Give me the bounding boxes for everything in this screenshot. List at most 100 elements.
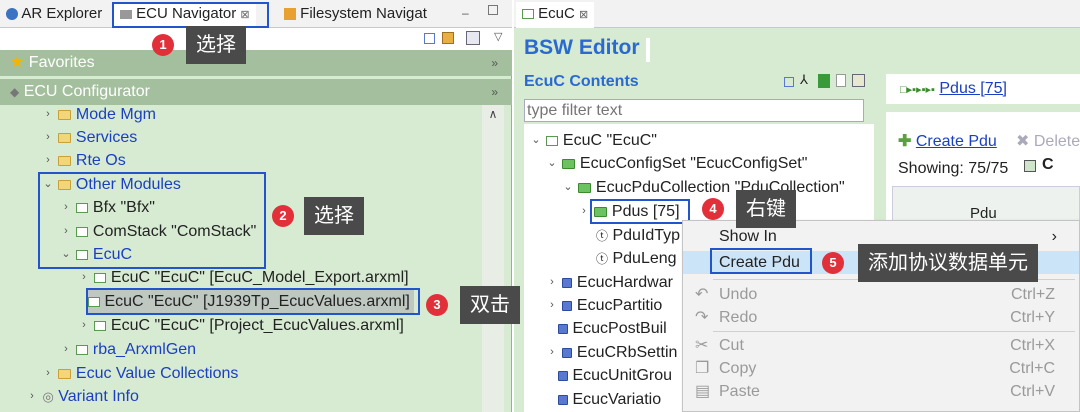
tab-label: EcuC: [538, 5, 575, 22]
filter-input[interactable]: [524, 99, 864, 122]
menu-item-copy[interactable]: ❐ Copy Ctrl+C: [683, 357, 1079, 380]
create-pdu-action[interactable]: ✚ Create Pdu: [898, 131, 997, 151]
collapse-all-icon[interactable]: [424, 33, 435, 44]
tree-label: EcucHardwar: [576, 274, 673, 291]
j1939-highlight: [86, 288, 420, 315]
left-panel: AR Explorer ECU Navigator ⊠ Filesystem N…: [0, 0, 512, 412]
delete-action[interactable]: ✖ Delete: [1016, 131, 1080, 151]
view-menu-icon[interactable]: [466, 31, 480, 45]
tree-item-pdu-leng[interactable]: ⓣ PduLeng: [596, 247, 677, 270]
tree-label: Mode Mgm: [75, 106, 156, 123]
scroll-up-icon[interactable]: ∧: [482, 107, 504, 121]
chevron-right-icon[interactable]: ›: [578, 200, 590, 223]
document-icon[interactable]: [836, 74, 846, 87]
menu-item-cut[interactable]: ✂ Cut Ctrl+X: [683, 334, 1079, 357]
chevron-right-icon[interactable]: ›: [78, 266, 90, 289]
breadcrumb: □▸▪▸▪▸▪ Pdus [75]: [886, 74, 1080, 104]
folder-icon: [558, 370, 568, 381]
chevron-right-icon[interactable]: ›: [42, 362, 54, 385]
chevron-right-icon[interactable]: ›: [546, 294, 558, 317]
step-badge-3: 3: [426, 294, 448, 316]
menu-label: Redo: [719, 309, 758, 326]
menu-item-redo[interactable]: ↷ Redo Ctrl+Y: [683, 306, 1079, 329]
collapse-all-icon[interactable]: [784, 77, 794, 87]
step-tip-1: 选择: [186, 26, 246, 64]
chevron-right-icon[interactable]: ›: [546, 271, 558, 294]
favorites-section[interactable]: ★ Favorites »: [0, 50, 512, 76]
chevron-right-icon[interactable]: ›: [42, 103, 54, 126]
double-chevron-down-icon[interactable]: »: [491, 50, 498, 76]
step-badge-1: 1: [152, 34, 174, 56]
tree-label: Variant Info: [58, 388, 139, 405]
link-editor-icon[interactable]: [442, 32, 454, 44]
close-icon[interactable]: ⊠: [579, 9, 588, 21]
tree-item-mode-mgm[interactable]: › Mode Mgm: [42, 103, 156, 126]
folder-icon: [58, 155, 72, 166]
left-scrollbar[interactable]: ∧: [482, 105, 504, 412]
tree-item-partitio[interactable]: › EcucPartitio: [546, 294, 662, 317]
tree-item-ecuc-model-export[interactable]: › EcuC "EcuC" [EcuC_Model_Export.arxml]: [78, 266, 408, 289]
maximize-icon[interactable]: [488, 5, 498, 15]
tree-item-rte-os[interactable]: › Rte Os: [42, 149, 126, 172]
tree-item-unitgrou[interactable]: EcucUnitGrou: [558, 364, 672, 387]
menu-item-undo[interactable]: ↶ Undo Ctrl+Z: [683, 283, 1079, 306]
chevron-down-icon[interactable]: ⌄: [530, 129, 542, 152]
filter-icon[interactable]: [1024, 160, 1036, 172]
folder-icon: [558, 323, 568, 334]
tree-item-postbuil[interactable]: EcucPostBuil: [558, 317, 667, 340]
sort-icon[interactable]: ⅄: [800, 72, 808, 88]
table-icon[interactable]: [852, 74, 865, 87]
chevron-right-icon[interactable]: ›: [78, 314, 90, 337]
chevron-down-icon[interactable]: ⌄: [546, 152, 558, 175]
step-badge-5: 5: [822, 252, 844, 274]
chevron-right-icon[interactable]: ›: [26, 385, 38, 408]
tree-label: Services: [75, 129, 138, 146]
title-separator: [646, 38, 650, 62]
double-chevron-up-icon[interactable]: »: [491, 79, 498, 105]
tab-ar-explorer[interactable]: AR Explorer: [0, 2, 108, 28]
chevron-right-icon[interactable]: ›: [42, 149, 54, 172]
undo-icon: ↶: [695, 286, 709, 303]
chevron-right-icon[interactable]: ›: [60, 338, 72, 361]
tree-label: PduIdTyp: [612, 227, 681, 244]
vp-icon[interactable]: [818, 74, 830, 88]
chevron-right-icon[interactable]: ›: [42, 126, 54, 149]
tree-item-config-set[interactable]: ⌄ EcucConfigSet "EcucConfigSet": [546, 152, 807, 175]
copy-icon: ❐: [695, 360, 710, 377]
tree-item-hardwar[interactable]: › EcucHardwar: [546, 271, 673, 294]
tree-item-variatio[interactable]: EcucVariatio: [558, 388, 661, 411]
tab-label: Filesystem Navigat: [300, 5, 427, 22]
refresh-icon[interactable]: C: [1042, 156, 1054, 174]
tree-item-ecuc-value-collections[interactable]: › Ecuc Value Collections: [42, 362, 238, 385]
tree-item-pdu-collection[interactable]: ⌄ EcucPduCollection "PduCollection": [562, 176, 844, 199]
tree-item-ecuc-root[interactable]: ⌄ EcuC "EcuC": [530, 129, 657, 152]
folder-icon: [558, 394, 568, 405]
ecu-configurator-section[interactable]: ◆ ECU Configurator »: [0, 79, 512, 105]
minimize-icon[interactable]: –: [462, 6, 469, 20]
chevron-down-icon[interactable]: ⌄: [562, 176, 574, 199]
create-pdu-label: Create Pdu: [915, 133, 997, 150]
tree-item-pdu-id-typ[interactable]: ⓣ PduIdTyp: [596, 224, 680, 247]
tab-ecuc[interactable]: EcuC ⊠: [516, 2, 595, 28]
menu-label: Cut: [719, 337, 744, 354]
chevron-right-icon[interactable]: ›: [546, 341, 558, 364]
shortcut: Ctrl+C: [1009, 360, 1055, 377]
tree-label: rba_ArxmlGen: [92, 341, 197, 358]
tree-item-ecuc-project[interactable]: › EcuC "EcuC" [Project_EcucValues.arxml]: [78, 314, 404, 337]
contents-title: EcuC Contents: [524, 73, 639, 90]
folder-icon: [562, 158, 576, 169]
tree-item-services[interactable]: › Services: [42, 126, 137, 149]
folder-icon: [562, 277, 573, 288]
param-icon: ⓣ: [596, 252, 609, 266]
menu-item-paste[interactable]: ▤ Paste Ctrl+V: [683, 380, 1079, 403]
tree-item-variant-info[interactable]: › ◎ Variant Info: [26, 385, 139, 408]
chevron-down-icon[interactable]: ▽: [494, 30, 502, 43]
menu-label: Undo: [719, 286, 758, 303]
breadcrumb-link[interactable]: Pdus [75]: [939, 80, 1007, 97]
tree-item-crbsettin[interactable]: › EcuCRbSettin: [546, 341, 677, 364]
tree-item-rba-arxmlgen[interactable]: › rba_ArxmlGen: [60, 338, 196, 361]
variant-info-icon: ◎: [42, 389, 54, 404]
tab-filesystem-navigator[interactable]: Filesystem Navigat: [278, 2, 433, 28]
step-tip-3: 双击: [460, 286, 520, 324]
step-badge-2: 2: [272, 205, 294, 227]
